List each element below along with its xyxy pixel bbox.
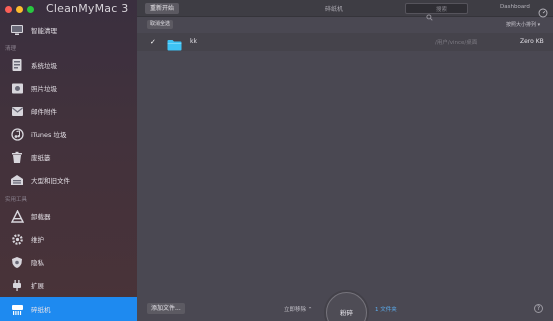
search-placeholder: 搜索 — [436, 7, 448, 13]
sidebar-item-label: 大型和旧文件 — [31, 177, 70, 185]
sidebar-item-maintenance[interactable]: 维护 — [0, 228, 137, 250]
app-title: CleanMyMac 3 — [46, 2, 129, 15]
gear-icon — [10, 232, 24, 246]
shred-button[interactable]: 粉碎 — [326, 292, 367, 321]
sidebar-item-label: 扩展 — [31, 282, 44, 290]
item-name: kk — [190, 38, 197, 45]
sidebar-item-smart-cleanup[interactable]: 智能清理 — [0, 19, 137, 41]
list-item[interactable]: ✓ kk /用户/vince/桌面 Zero KB — [137, 33, 553, 51]
selected-count-link[interactable]: 1 文件夹 — [375, 305, 397, 313]
sidebar-item-label: 隐私 — [31, 259, 44, 267]
dashboard-link[interactable]: Dashboard — [500, 4, 530, 10]
toolbar: 重新开始 碎纸机 搜索 Dashboard — [137, 0, 553, 21]
photo-junk-icon — [10, 81, 24, 95]
sidebar-item-label: iTunes 垃圾 — [31, 131, 67, 139]
sidebar-item-photo-junk[interactable]: 照片垃圾 — [0, 77, 137, 99]
sidebar-item-large-old-files[interactable]: 大型和旧文件 — [0, 169, 137, 191]
sidebar-item-mail-attachments[interactable]: 邮件附件 — [0, 100, 137, 122]
sidebar: CleanMyMac 3 智能清理 清理 系统垃圾 照片垃圾 邮件附件 iTun… — [0, 0, 137, 321]
section-label-tools: 实用工具 — [5, 197, 28, 203]
shred-button-label: 粉碎 — [340, 309, 353, 317]
bottom-bar: 添加文件... 立即移除 ⌃ 粉碎 1 文件夹 ? — [137, 292, 553, 321]
sidebar-item-label: 系统垃圾 — [31, 62, 57, 70]
sidebar-item-itunes-junk[interactable]: iTunes 垃圾 — [0, 123, 137, 145]
sidebar-item-label: 维护 — [31, 236, 44, 244]
page-title: 碎纸机 — [325, 6, 344, 13]
mail-icon — [10, 104, 24, 118]
sidebar-item-system-junk[interactable]: 系统垃圾 — [0, 54, 137, 76]
uninstaller-icon — [10, 209, 24, 223]
sidebar-item-shredder[interactable]: 碎纸机 — [0, 297, 137, 321]
plug-icon — [10, 278, 24, 292]
sidebar-item-label: 碎纸机 — [31, 306, 51, 314]
sidebar-item-label: 照片垃圾 — [31, 85, 57, 93]
close-window-button[interactable] — [5, 6, 12, 13]
item-checkbox[interactable]: ✓ — [150, 38, 158, 46]
item-path: /用户/vince/桌面 — [435, 40, 478, 46]
sidebar-item-uninstaller[interactable]: 卸载器 — [0, 205, 137, 227]
help-button[interactable]: ? — [534, 304, 543, 313]
sidebar-item-extensions[interactable]: 扩展 — [0, 274, 137, 296]
sidebar-item-label: 废纸篓 — [31, 154, 51, 162]
zoom-window-button[interactable] — [27, 6, 34, 13]
section-label-clean: 清理 — [5, 46, 17, 52]
removal-mode-dropdown[interactable]: 立即移除 ⌃ — [284, 305, 312, 313]
sidebar-item-label: 卸载器 — [31, 213, 51, 221]
shield-icon — [10, 255, 24, 269]
window-controls — [5, 6, 34, 13]
minimize-window-button[interactable] — [16, 6, 23, 13]
sidebar-item-label: 智能清理 — [31, 27, 57, 35]
item-size: Zero KB — [520, 38, 544, 45]
sidebar-item-trash-bins[interactable]: 废纸篓 — [0, 146, 137, 168]
folder-icon — [167, 36, 182, 55]
deselect-all-button[interactable]: 取消全选 — [147, 20, 174, 29]
shredder-icon — [10, 302, 24, 316]
system-junk-icon — [10, 58, 24, 72]
sort-dropdown[interactable]: 按照大小排列 ▾ — [506, 21, 540, 28]
sidebar-item-privacy[interactable]: 隐私 — [0, 251, 137, 273]
monitor-icon — [10, 23, 24, 37]
sidebar-item-label: 邮件附件 — [31, 108, 57, 116]
search-input[interactable]: 搜索 — [405, 3, 468, 21]
main-panel: 重新开始 碎纸机 搜索 Dashboard 取消全选 按照大小排列 ▾ ✓ kk — [137, 0, 553, 321]
trash-bins-icon — [10, 150, 24, 164]
list-header: 取消全选 按照大小排列 ▾ — [137, 18, 553, 30]
cleanmymac-window: CleanMyMac 3 智能清理 清理 系统垃圾 照片垃圾 邮件附件 iTun… — [0, 0, 553, 321]
restart-button[interactable]: 重新开始 — [145, 3, 180, 14]
large-files-icon — [10, 173, 24, 187]
music-icon — [10, 127, 24, 141]
add-files-button[interactable]: 添加文件... — [147, 303, 185, 314]
